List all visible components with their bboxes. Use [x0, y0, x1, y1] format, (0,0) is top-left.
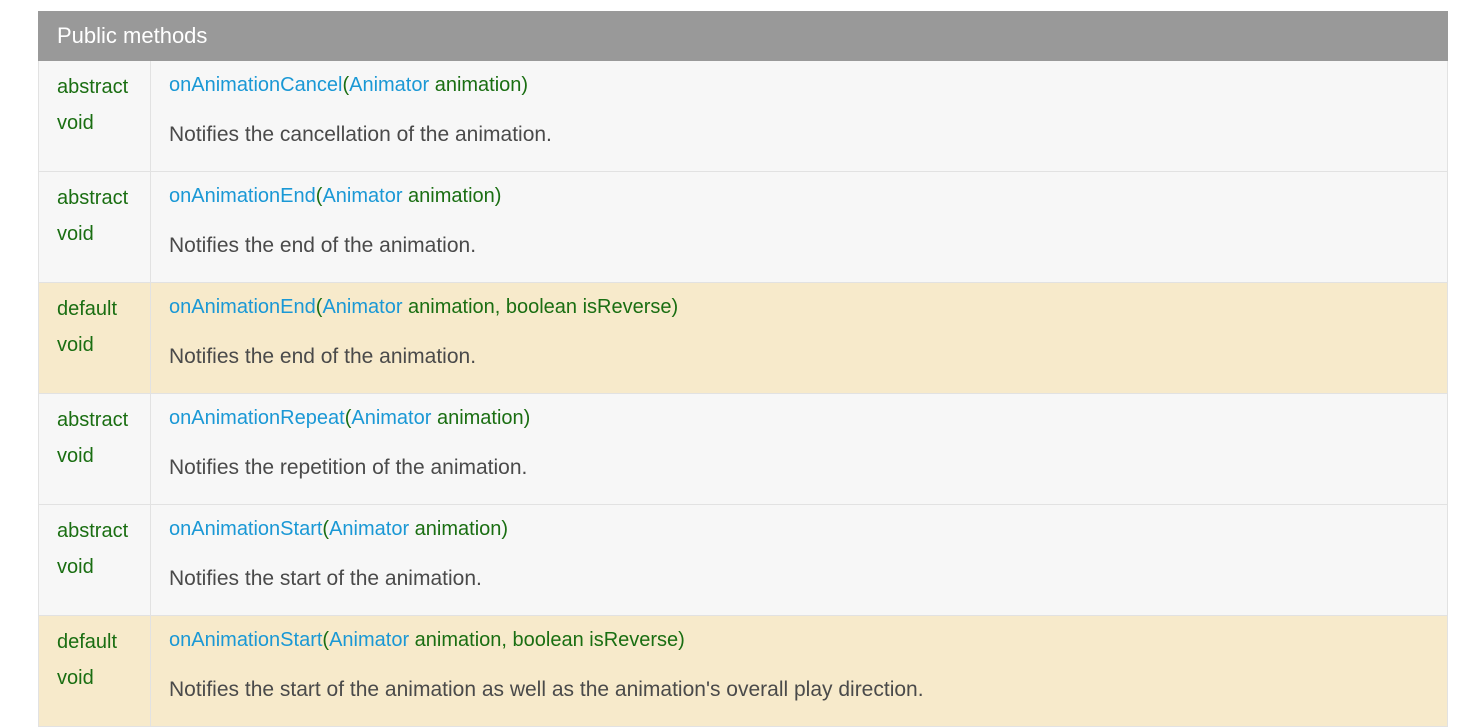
- param-rest: animation): [431, 407, 531, 429]
- method-row: abstract void onAnimationEnd(Animator an…: [38, 171, 1448, 283]
- method-signature: onAnimationStart(Animator animation): [169, 516, 1429, 542]
- return-type: void: [57, 112, 94, 134]
- modifier-cell: default void: [38, 282, 151, 394]
- return-type: void: [57, 223, 94, 245]
- signature-cell: onAnimationEnd(Animator animation, boole…: [150, 282, 1448, 394]
- param-type-link[interactable]: Animator: [349, 74, 429, 96]
- return-type: void: [57, 667, 94, 689]
- method-row: abstract void onAnimationStart(Animator …: [38, 504, 1448, 616]
- signature-cell: onAnimationRepeat(Animator animation) No…: [150, 393, 1448, 505]
- section-title: Public methods: [38, 11, 1448, 61]
- param-type-link[interactable]: Animator: [322, 185, 402, 207]
- modifier-keyword: abstract: [57, 409, 129, 431]
- method-signature: onAnimationRepeat(Animator animation): [169, 405, 1429, 431]
- public-methods-table: Public methods abstract void onAnimation…: [38, 11, 1448, 727]
- method-link[interactable]: onAnimationCancel: [169, 74, 342, 96]
- method-description: Notifies the start of the animation.: [169, 567, 482, 590]
- method-description: Notifies the repetition of the animation…: [169, 456, 528, 479]
- param-rest: animation, boolean isReverse): [402, 296, 679, 318]
- method-link[interactable]: onAnimationStart: [169, 518, 322, 540]
- method-row: default void onAnimationEnd(Animator ani…: [38, 282, 1448, 394]
- method-description: Notifies the end of the animation.: [169, 345, 477, 368]
- return-type: void: [57, 334, 94, 356]
- param-rest: animation): [402, 185, 502, 207]
- signature-cell: onAnimationEnd(Animator animation) Notif…: [150, 171, 1448, 283]
- return-type: void: [57, 445, 94, 467]
- method-link[interactable]: onAnimationStart: [169, 629, 322, 651]
- method-description: Notifies the end of the animation.: [169, 234, 477, 257]
- method-signature: onAnimationStart(Animator animation, boo…: [169, 627, 1429, 653]
- modifier-cell: abstract void: [38, 171, 151, 283]
- modifier-keyword: abstract: [57, 76, 129, 98]
- signature-cell: onAnimationStart(Animator animation) Not…: [150, 504, 1448, 616]
- method-link[interactable]: onAnimationEnd: [169, 296, 316, 318]
- methods-body: abstract void onAnimationCancel(Animator…: [38, 60, 1448, 727]
- param-type-link[interactable]: Animator: [322, 296, 402, 318]
- modifier-keyword: default: [57, 298, 118, 320]
- method-description: Notifies the start of the animation as w…: [169, 678, 924, 701]
- modifier-keyword: abstract: [57, 187, 129, 209]
- param-type-link[interactable]: Animator: [351, 407, 431, 429]
- return-type: void: [57, 556, 94, 578]
- method-row: abstract void onAnimationRepeat(Animator…: [38, 393, 1448, 505]
- param-rest: animation, boolean isReverse): [409, 629, 685, 651]
- signature-cell: onAnimationStart(Animator animation, boo…: [150, 615, 1448, 727]
- method-link[interactable]: onAnimationEnd: [169, 185, 316, 207]
- param-type-link[interactable]: Animator: [329, 518, 409, 540]
- method-signature: onAnimationCancel(Animator animation): [169, 72, 1429, 98]
- modifier-cell: abstract void: [38, 393, 151, 505]
- method-link[interactable]: onAnimationRepeat: [169, 407, 345, 429]
- param-rest: animation): [409, 518, 509, 540]
- method-row: default void onAnimationStart(Animator a…: [38, 615, 1448, 727]
- method-signature: onAnimationEnd(Animator animation): [169, 183, 1429, 209]
- signature-cell: onAnimationCancel(Animator animation) No…: [150, 60, 1448, 172]
- param-rest: animation): [429, 74, 529, 96]
- method-row: abstract void onAnimationCancel(Animator…: [38, 60, 1448, 172]
- modifier-cell: default void: [38, 615, 151, 727]
- modifier-cell: abstract void: [38, 504, 151, 616]
- modifier-keyword: default: [57, 631, 118, 653]
- param-type-link[interactable]: Animator: [329, 629, 409, 651]
- modifier-keyword: abstract: [57, 520, 129, 542]
- method-description: Notifies the cancellation of the animati…: [169, 123, 552, 146]
- modifier-cell: abstract void: [38, 60, 151, 172]
- table-header-row: Public methods: [38, 11, 1448, 61]
- method-signature: onAnimationEnd(Animator animation, boole…: [169, 294, 1429, 320]
